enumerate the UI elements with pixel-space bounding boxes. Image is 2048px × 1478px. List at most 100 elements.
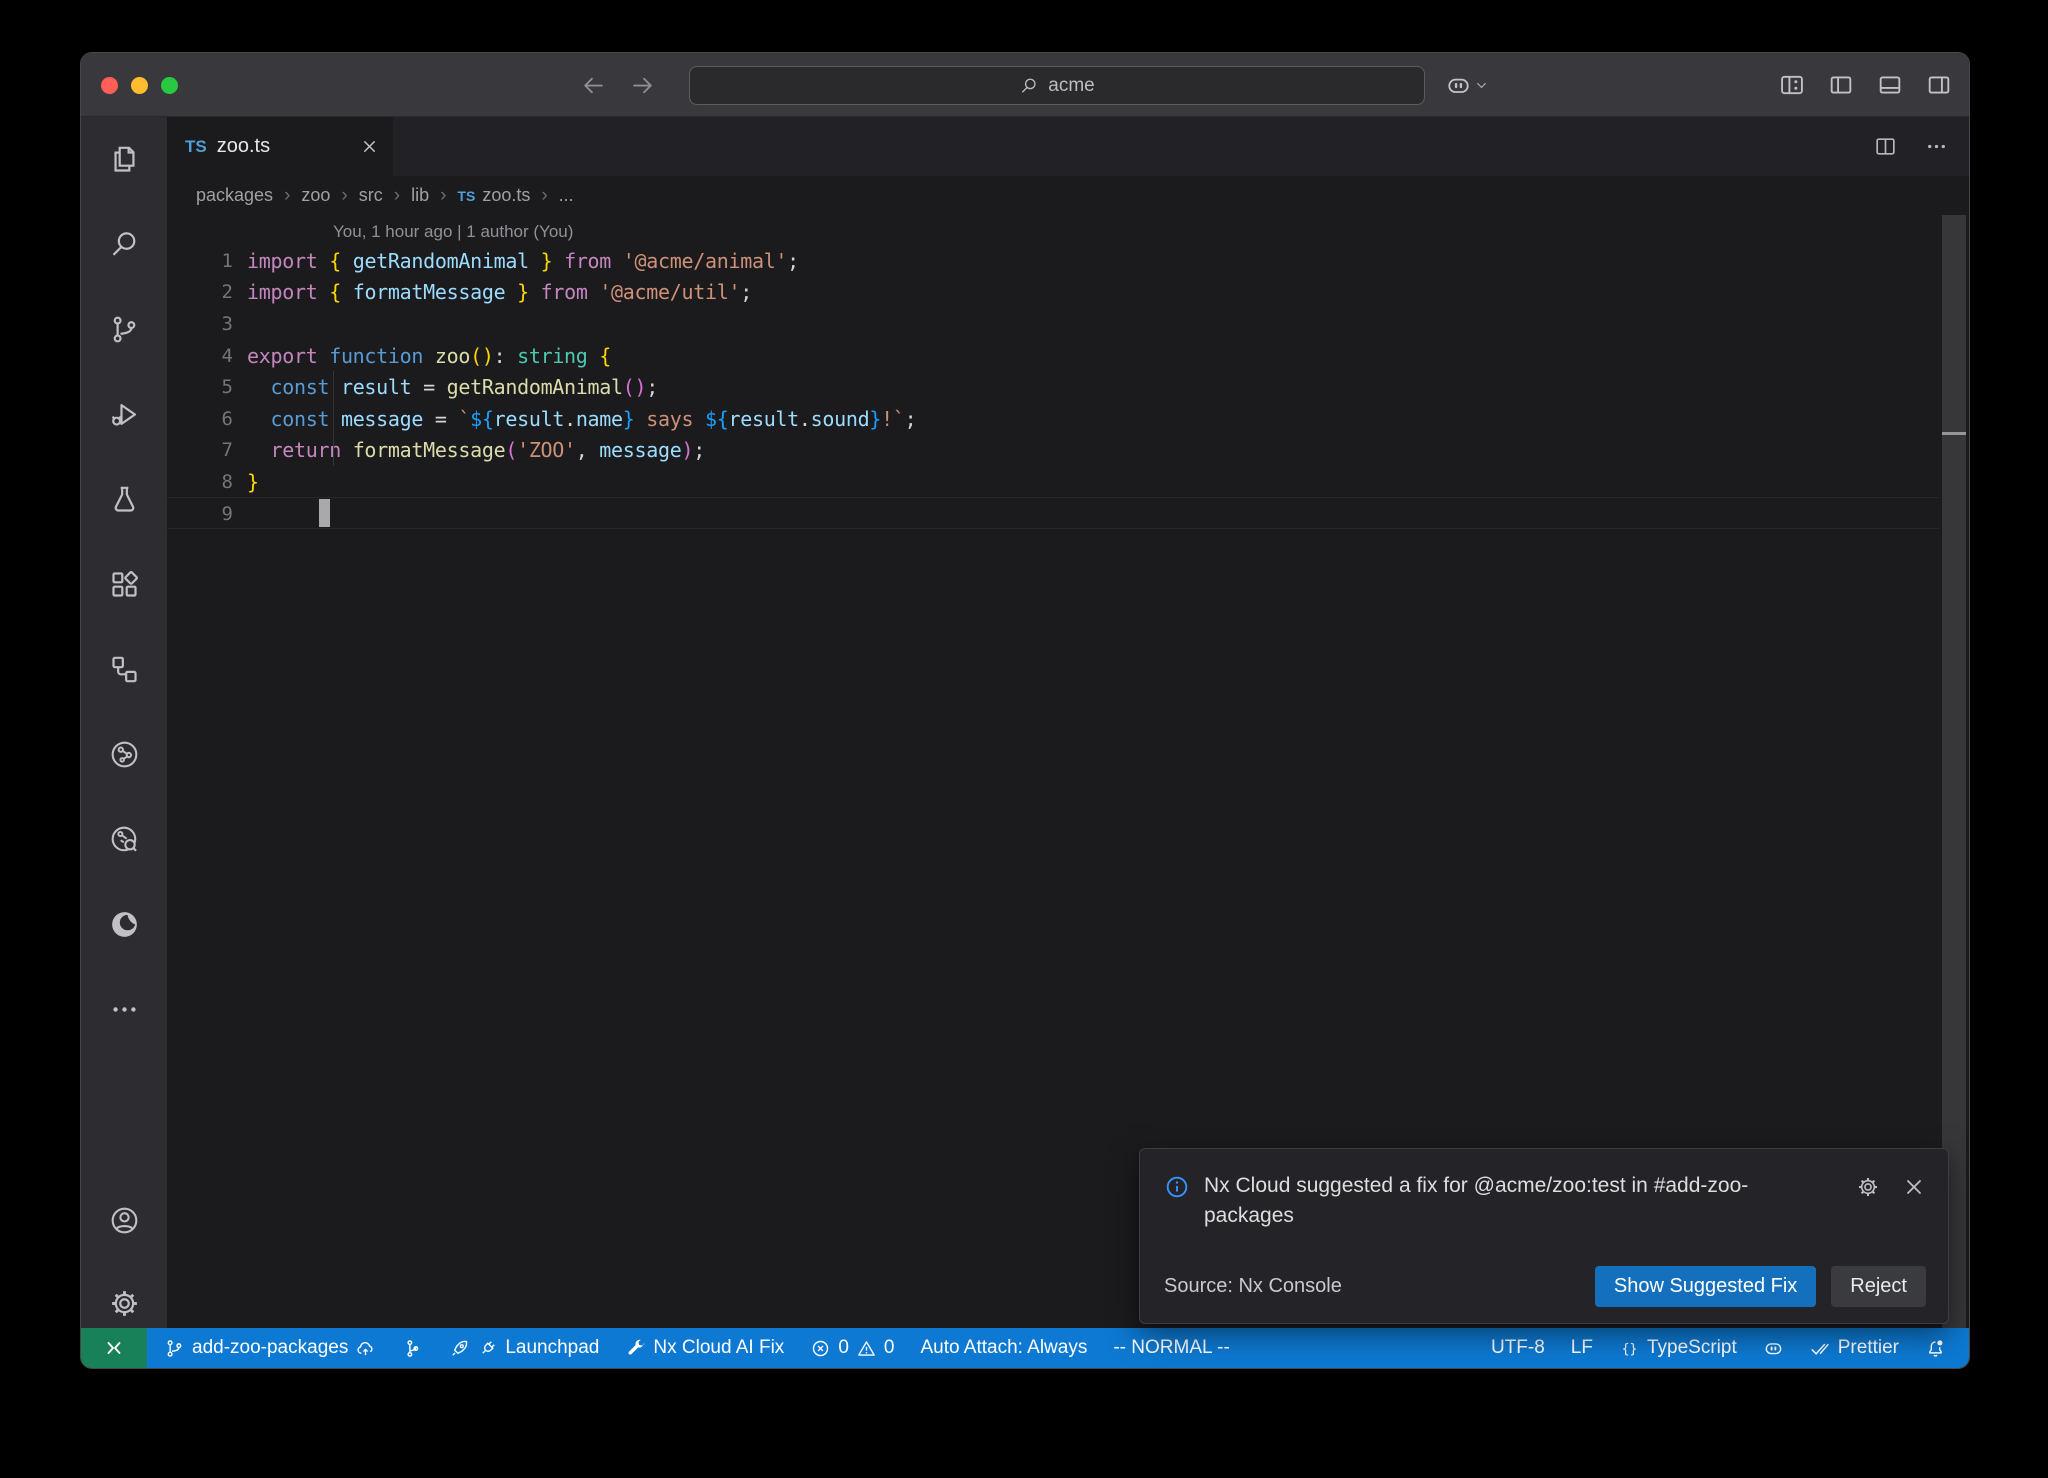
sidebar-item-more-views[interactable] — [108, 993, 141, 1026]
debug-icon — [108, 398, 141, 431]
code-line-text: const result = getRandomAnimal(); — [247, 375, 658, 399]
reject-button[interactable]: Reject — [1831, 1266, 1926, 1307]
traffic-light-zoom[interactable] — [161, 77, 178, 94]
status-item-nx-cloud-ai-fix[interactable]: Nx Cloud AI Fix — [612, 1328, 797, 1368]
status-item-problems[interactable]: 00 — [797, 1328, 907, 1368]
sidebar-item-nx-cloud[interactable] — [108, 823, 141, 856]
activity-bar-top — [108, 143, 141, 1026]
remote-icon — [102, 1336, 126, 1360]
copilot-icon — [1445, 72, 1472, 99]
references-icon — [108, 653, 141, 686]
code-line[interactable]: 2import { formatMessage } from '@acme/ut… — [167, 277, 1939, 309]
command-center[interactable]: acme — [689, 66, 1425, 105]
panel-left-icon[interactable] — [1827, 71, 1855, 99]
show-suggested-fix-button[interactable]: Show Suggested Fix — [1595, 1266, 1816, 1307]
line-number: 7 — [167, 439, 247, 461]
code-token — [505, 280, 517, 304]
code-line[interactable]: 9 — [167, 498, 1939, 530]
tab-zoo-ts[interactable]: TS zoo.ts — [167, 117, 393, 176]
panel-bottom-icon[interactable] — [1876, 71, 1904, 99]
notification-close-icon[interactable] — [1902, 1175, 1926, 1199]
code-line[interactable]: 1import { getRandomAnimal } from '@acme/… — [167, 245, 1939, 277]
code-token: string — [517, 344, 587, 368]
layout-icon[interactable] — [1778, 71, 1806, 99]
code-lines: 1import { getRandomAnimal } from '@acme/… — [167, 245, 1939, 529]
traffic-light-close[interactable] — [101, 77, 118, 94]
braces-icon — [1619, 1338, 1640, 1359]
code-token: ; — [905, 407, 917, 431]
plug-icon — [477, 1338, 498, 1359]
code-token: result — [341, 375, 411, 399]
command-center-value: acme — [1048, 75, 1094, 97]
sidebar-item-testing[interactable] — [108, 483, 141, 516]
panel-right-icon[interactable] — [1925, 71, 1953, 99]
sidebar-item-search[interactable] — [108, 228, 141, 261]
code-token: '@acme/animal' — [623, 249, 787, 273]
arrow-left-icon[interactable] — [581, 73, 606, 98]
rocket-icon — [449, 1338, 470, 1359]
breadcrumb-label: zoo.ts — [482, 185, 530, 206]
graph-icon — [402, 1338, 423, 1359]
title-bar[interactable]: acme — [81, 53, 1969, 117]
status-item-eol[interactable]: LF — [1558, 1328, 1606, 1368]
sidebar-item-settings[interactable] — [108, 1287, 141, 1320]
line-number: 6 — [167, 408, 247, 430]
code-line[interactable]: 8} — [167, 466, 1939, 498]
notification-header: Nx Cloud suggested a fix for @acme/zoo:t… — [1164, 1171, 1926, 1232]
code-line[interactable]: 4export function zoo(): string { — [167, 340, 1939, 372]
line-number: 5 — [167, 376, 247, 398]
sidebar-item-source-control[interactable] — [108, 313, 141, 346]
sidebar-item-edge-browser[interactable] — [108, 908, 141, 941]
code-token: message — [341, 407, 423, 431]
sidebar-item-explorer[interactable] — [108, 143, 141, 176]
tab-close-icon[interactable] — [360, 137, 379, 156]
sidebar-item-run-and-debug[interactable] — [108, 398, 141, 431]
status-item-formatter-prettier[interactable]: Prettier — [1797, 1328, 1912, 1368]
edge-icon — [108, 908, 141, 941]
breadcrumb-item--[interactable]: ... — [559, 185, 574, 206]
line-number: 9 — [167, 503, 247, 525]
code-line[interactable]: 5 const result = getRandomAnimal(); — [167, 371, 1939, 403]
status-item-language-typescript[interactable]: TypeScript — [1606, 1328, 1750, 1368]
status-bar: add-zoo-packages LaunchpadNx Cloud AI Fix… — [81, 1328, 1969, 1368]
ellipsis-icon[interactable] — [1924, 134, 1949, 159]
sidebar-item-accounts[interactable] — [108, 1204, 141, 1237]
breadcrumb-item-zoo-ts[interactable]: TSzoo.ts — [457, 185, 530, 206]
breadcrumb-label: src — [359, 185, 383, 206]
remote-indicator[interactable] — [81, 1328, 147, 1368]
code-token: , — [576, 438, 599, 462]
breadcrumb-item-zoo[interactable]: zoo — [301, 185, 330, 206]
ellipsis-icon — [108, 993, 141, 1026]
traffic-light-minimize[interactable] — [131, 77, 148, 94]
status-item-copilot-status[interactable] — [1750, 1328, 1797, 1368]
code-token: return — [270, 438, 340, 462]
status-item-git-branch[interactable]: add-zoo-packages — [151, 1328, 389, 1368]
status-item-notifications-bell[interactable] — [1912, 1328, 1959, 1368]
sidebar-item-references[interactable] — [108, 653, 141, 686]
sidebar-item-extensions[interactable] — [108, 568, 141, 601]
code-token: formatMessage — [353, 280, 506, 304]
split-editor-icon[interactable] — [1873, 134, 1898, 159]
code-line[interactable]: 7 return formatMessage('ZOO', message); — [167, 435, 1939, 467]
status-item-encoding[interactable]: UTF-8 — [1478, 1328, 1558, 1368]
line-number: 2 — [167, 281, 247, 303]
code-token: zoo — [435, 344, 470, 368]
notification-buttons: Show Suggested Fix Reject — [1595, 1266, 1926, 1307]
breadcrumb-item-src[interactable]: src — [359, 185, 383, 206]
status-item-auto-attach[interactable]: Auto Attach: Always — [907, 1328, 1100, 1368]
status-item-source-control-graph[interactable] — [389, 1328, 436, 1368]
sidebar-item-nx-console[interactable] — [108, 738, 141, 771]
notification-settings-gear-icon[interactable] — [1856, 1175, 1880, 1199]
status-item-launchpad[interactable]: Launchpad — [436, 1328, 612, 1368]
code-token: . — [564, 407, 576, 431]
status-item-vim-mode[interactable]: -- NORMAL -- — [1100, 1328, 1242, 1368]
copilot-menu-button[interactable] — [1445, 72, 1488, 99]
code-token — [329, 375, 341, 399]
arrow-right-icon[interactable] — [630, 73, 655, 98]
text-cursor — [319, 499, 330, 527]
code-line[interactable]: 3 — [167, 308, 1939, 340]
breadcrumb-item-packages[interactable]: packages — [196, 185, 273, 206]
status-label: Auto Attach: Always — [920, 1337, 1087, 1359]
code-line[interactable]: 6 const message = `${result.name} says $… — [167, 403, 1939, 435]
breadcrumb-item-lib[interactable]: lib — [411, 185, 429, 206]
